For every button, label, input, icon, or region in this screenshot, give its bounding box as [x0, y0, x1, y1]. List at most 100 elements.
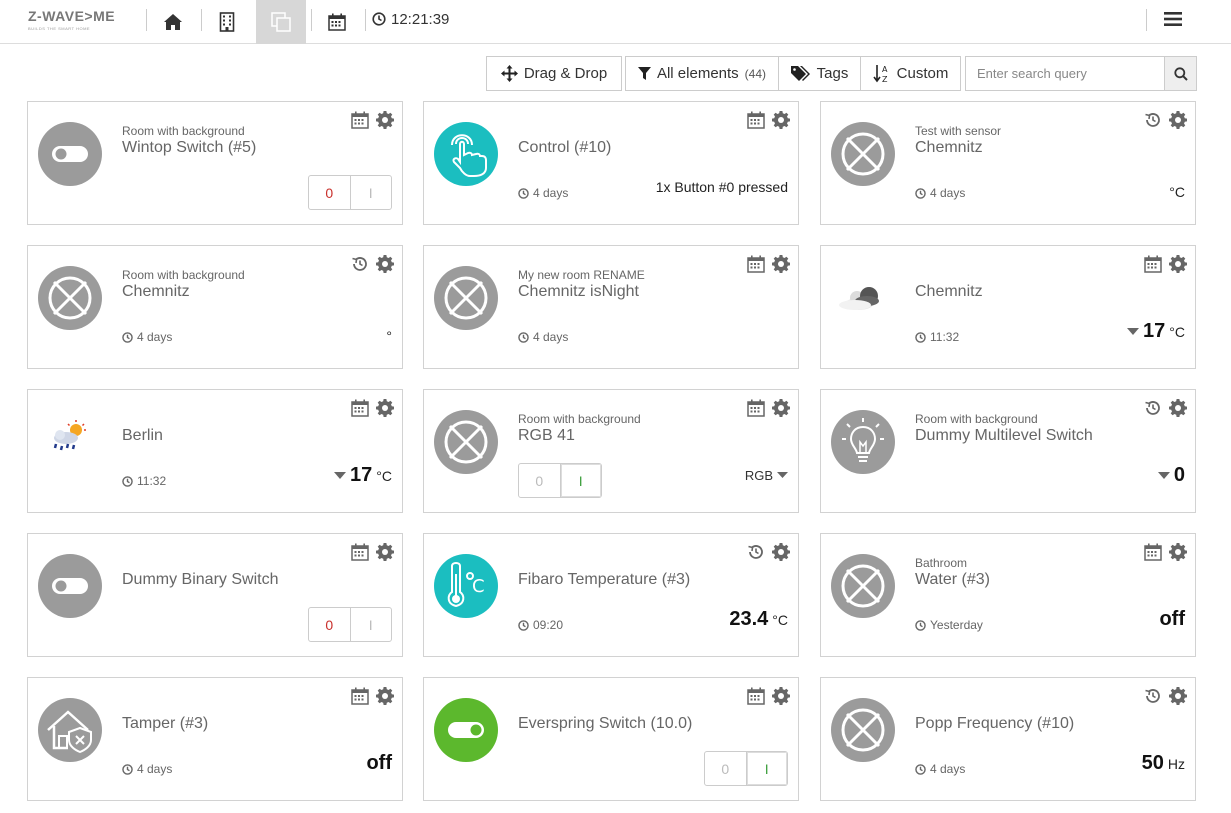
gear-icon[interactable]	[376, 111, 394, 134]
disabled-circle-icon[interactable]	[831, 122, 895, 186]
disabled-circle-icon[interactable]	[831, 698, 895, 762]
on-button[interactable]: I	[349, 176, 392, 209]
element-card: Room with background Dummy Multilevel Swi…	[820, 389, 1196, 513]
gear-icon[interactable]	[376, 399, 394, 422]
room-name: Room with background	[915, 412, 1038, 426]
calendar-icon[interactable]	[351, 111, 369, 134]
gear-icon[interactable]	[376, 543, 394, 566]
element-title[interactable]: Water (#3)	[915, 571, 990, 589]
off-button[interactable]: 0	[309, 176, 350, 209]
caret-down-icon[interactable]	[1157, 471, 1170, 480]
element-title[interactable]: Fibaro Temperature (#3)	[518, 571, 690, 589]
gear-icon[interactable]	[1169, 111, 1187, 134]
calendar-icon[interactable]	[351, 543, 369, 566]
home-button[interactable]	[148, 0, 198, 44]
calendar-icon[interactable]	[1144, 543, 1162, 566]
calendar-icon[interactable]	[747, 399, 765, 422]
search-input[interactable]	[966, 57, 1164, 90]
last-update-text: 11:32	[930, 330, 960, 344]
rgb-dropdown[interactable]: RGB	[745, 468, 788, 483]
card-actions	[1144, 255, 1187, 278]
main-menu-button[interactable]	[1158, 0, 1188, 38]
gear-icon[interactable]	[1169, 687, 1187, 710]
thermometer-icon[interactable]: C	[434, 554, 498, 618]
toggle-icon[interactable]	[38, 122, 102, 186]
toggle-icon[interactable]	[38, 554, 102, 618]
element-title[interactable]: Dummy Multilevel Switch	[915, 427, 1093, 445]
history-icon[interactable]	[351, 255, 369, 278]
gear-icon[interactable]	[1169, 543, 1187, 566]
on-button[interactable]: I	[745, 752, 787, 785]
room-name: Bathroom	[915, 556, 968, 570]
last-update: 4 days	[915, 186, 965, 200]
element-title[interactable]: Chemnitz	[915, 139, 983, 157]
bulb-icon[interactable]	[831, 410, 895, 474]
tags-button[interactable]: Tags	[778, 56, 861, 91]
off-button[interactable]: 0	[519, 464, 560, 497]
disabled-circle-icon[interactable]	[38, 266, 102, 330]
caret-down-icon[interactable]	[334, 471, 347, 480]
on-button[interactable]: I	[349, 608, 392, 641]
element-title[interactable]: RGB 41	[518, 427, 575, 445]
on-button[interactable]: I	[559, 464, 601, 497]
toggle-on-icon[interactable]	[434, 698, 498, 762]
house-shield-icon[interactable]	[38, 698, 102, 762]
element-card: Room with background Chemnitz 4 days °	[27, 245, 403, 369]
element-title[interactable]: Chemnitz isNight	[518, 283, 639, 301]
disabled-circle-icon[interactable]	[434, 410, 498, 474]
gear-icon[interactable]	[1169, 399, 1187, 422]
hamburger-icon	[1164, 12, 1182, 26]
element-title[interactable]: Tamper (#3)	[122, 715, 208, 733]
sort-button[interactable]: AZ Custom	[860, 56, 961, 91]
element-title[interactable]: Chemnitz	[915, 283, 983, 301]
element-title[interactable]: Everspring Switch (10.0)	[518, 715, 692, 733]
logo[interactable]: Z-WAVE>ME BUILDS THE SMART HOME	[28, 8, 128, 34]
calendar-icon[interactable]	[351, 687, 369, 710]
element-title[interactable]: Berlin	[122, 427, 163, 445]
clock-icon	[518, 187, 529, 199]
gear-icon[interactable]	[376, 255, 394, 278]
cloudy-icon[interactable]	[831, 266, 895, 330]
gear-icon[interactable]	[772, 255, 790, 278]
history-icon[interactable]	[1144, 399, 1162, 422]
history-icon[interactable]	[1144, 687, 1162, 710]
disabled-circle-icon[interactable]	[831, 554, 895, 618]
calendar-icon[interactable]	[1144, 255, 1162, 278]
filter-all-elements-button[interactable]: All elements (44)	[625, 56, 779, 91]
history-icon[interactable]	[1144, 111, 1162, 134]
element-title[interactable]: Popp Frequency (#10)	[915, 715, 1074, 733]
element-title[interactable]: Dummy Binary Switch	[122, 571, 278, 589]
off-button[interactable]: 0	[705, 752, 746, 785]
calendar-icon[interactable]	[747, 255, 765, 278]
element-card: My new room RENAME Chemnitz isNight 4 days	[423, 245, 799, 369]
calendar-icon[interactable]	[351, 399, 369, 422]
history-icon[interactable]	[747, 543, 765, 566]
element-title[interactable]: Chemnitz	[122, 283, 190, 301]
calendar-icon[interactable]	[747, 111, 765, 134]
gear-icon[interactable]	[772, 543, 790, 566]
element-title[interactable]: Control (#10)	[518, 139, 611, 157]
gear-icon[interactable]	[376, 687, 394, 710]
rain-sun-icon[interactable]	[38, 410, 102, 474]
gear-icon[interactable]	[772, 687, 790, 710]
rooms-button[interactable]	[202, 0, 252, 44]
search-button[interactable]	[1164, 57, 1196, 90]
level-unit: Hz	[1167, 756, 1185, 772]
tags-icon	[790, 66, 810, 81]
hand-tap-icon[interactable]	[434, 122, 498, 186]
calendar-icon[interactable]	[747, 687, 765, 710]
last-update-text: 4 days	[930, 186, 966, 200]
gear-icon[interactable]	[772, 399, 790, 422]
element-card: Everspring Switch (10.0) 0 I	[423, 677, 799, 801]
disabled-circle-icon[interactable]	[434, 266, 498, 330]
events-button[interactable]	[312, 0, 362, 44]
elements-button[interactable]	[256, 0, 306, 44]
off-button[interactable]: 0	[309, 608, 350, 641]
gear-icon[interactable]	[772, 111, 790, 134]
room-name: My new room RENAME	[518, 268, 645, 282]
gear-icon[interactable]	[1169, 255, 1187, 278]
caret-down-icon[interactable]	[1127, 327, 1140, 336]
logo-text: Z-WAVE>ME	[28, 8, 116, 24]
drag-drop-button[interactable]: Drag & Drop	[486, 56, 622, 91]
element-title[interactable]: Wintop Switch (#5)	[122, 139, 256, 157]
